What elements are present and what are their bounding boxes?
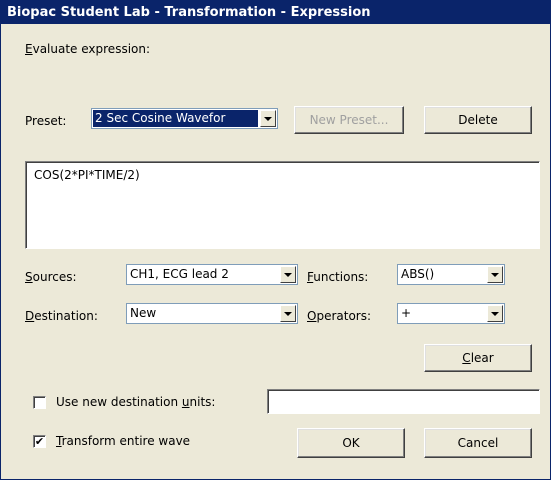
destination-units-input[interactable] (267, 389, 540, 414)
sources-value: CH1, ECG lead 2 (130, 267, 229, 281)
transform-entire-wave-label: Transform entire wave (56, 433, 190, 449)
use-new-units-checkbox[interactable] (33, 396, 46, 409)
operators-label-text: perators: (316, 309, 372, 323)
use-new-units-label: Use new destination units: (56, 394, 215, 410)
clear-label-text: lear (470, 351, 494, 365)
evaluate-expression-label: Evaluate expression: (25, 41, 150, 57)
sources-mnemonic: S (25, 270, 33, 284)
functions-dropdown[interactable]: ABS() (397, 264, 505, 285)
delete-button[interactable]: Delete (424, 106, 532, 134)
operators-label: Operators: (307, 308, 371, 324)
operators-value: + (401, 306, 412, 320)
clear-mnemonic: C (462, 351, 471, 365)
expression-input[interactable]: COS(2*PI*TIME/2) (25, 161, 540, 249)
preset-value: 2 Sec Cosine Wavefor (93, 110, 258, 127)
cancel-button[interactable]: Cancel (424, 428, 532, 458)
units-label-pre: Use new destination (56, 395, 182, 409)
chevron-down-icon[interactable] (280, 266, 296, 283)
sources-dropdown[interactable]: CH1, ECG lead 2 (126, 264, 298, 285)
sources-label-text: ources: (32, 270, 77, 284)
transform-entire-wave-checkbox[interactable]: ✔ (33, 435, 46, 448)
chevron-down-icon[interactable] (487, 305, 503, 322)
chevron-down-icon[interactable] (260, 110, 276, 127)
new-preset-button[interactable]: New Preset... (294, 106, 404, 134)
window-title: Biopac Student Lab - Transformation - Ex… (1, 1, 550, 24)
destination-value: New (130, 306, 157, 320)
evaluate-label-text: valuate expression: (32, 42, 151, 56)
sources-label: Sources: (25, 269, 77, 285)
evaluate-mnemonic: E (25, 42, 33, 56)
chevron-down-icon[interactable] (280, 305, 296, 322)
destination-label-text: estination: (34, 309, 98, 323)
functions-value: ABS() (401, 267, 435, 281)
preset-dropdown[interactable]: 2 Sec Cosine Wavefor (91, 108, 278, 129)
destination-dropdown[interactable]: New (126, 303, 298, 324)
destination-mnemonic: D (25, 309, 35, 323)
functions-label-text: unctions: (313, 270, 369, 284)
expression-dialog: Biopac Student Lab - Transformation - Ex… (0, 0, 551, 480)
transform-label-text: ransform entire wave (61, 434, 191, 448)
clear-button[interactable]: Clear (424, 344, 532, 372)
operators-dropdown[interactable]: + (397, 303, 505, 324)
destination-label: Destination: (25, 308, 98, 324)
units-label-post: nits: (189, 395, 216, 409)
units-mnemonic: u (181, 395, 190, 409)
ok-button[interactable]: OK (297, 428, 405, 458)
preset-label: Preset: (25, 114, 67, 128)
chevron-down-icon[interactable] (487, 266, 503, 283)
check-icon: ✔ (34, 435, 45, 448)
functions-label: Functions: (307, 269, 368, 285)
